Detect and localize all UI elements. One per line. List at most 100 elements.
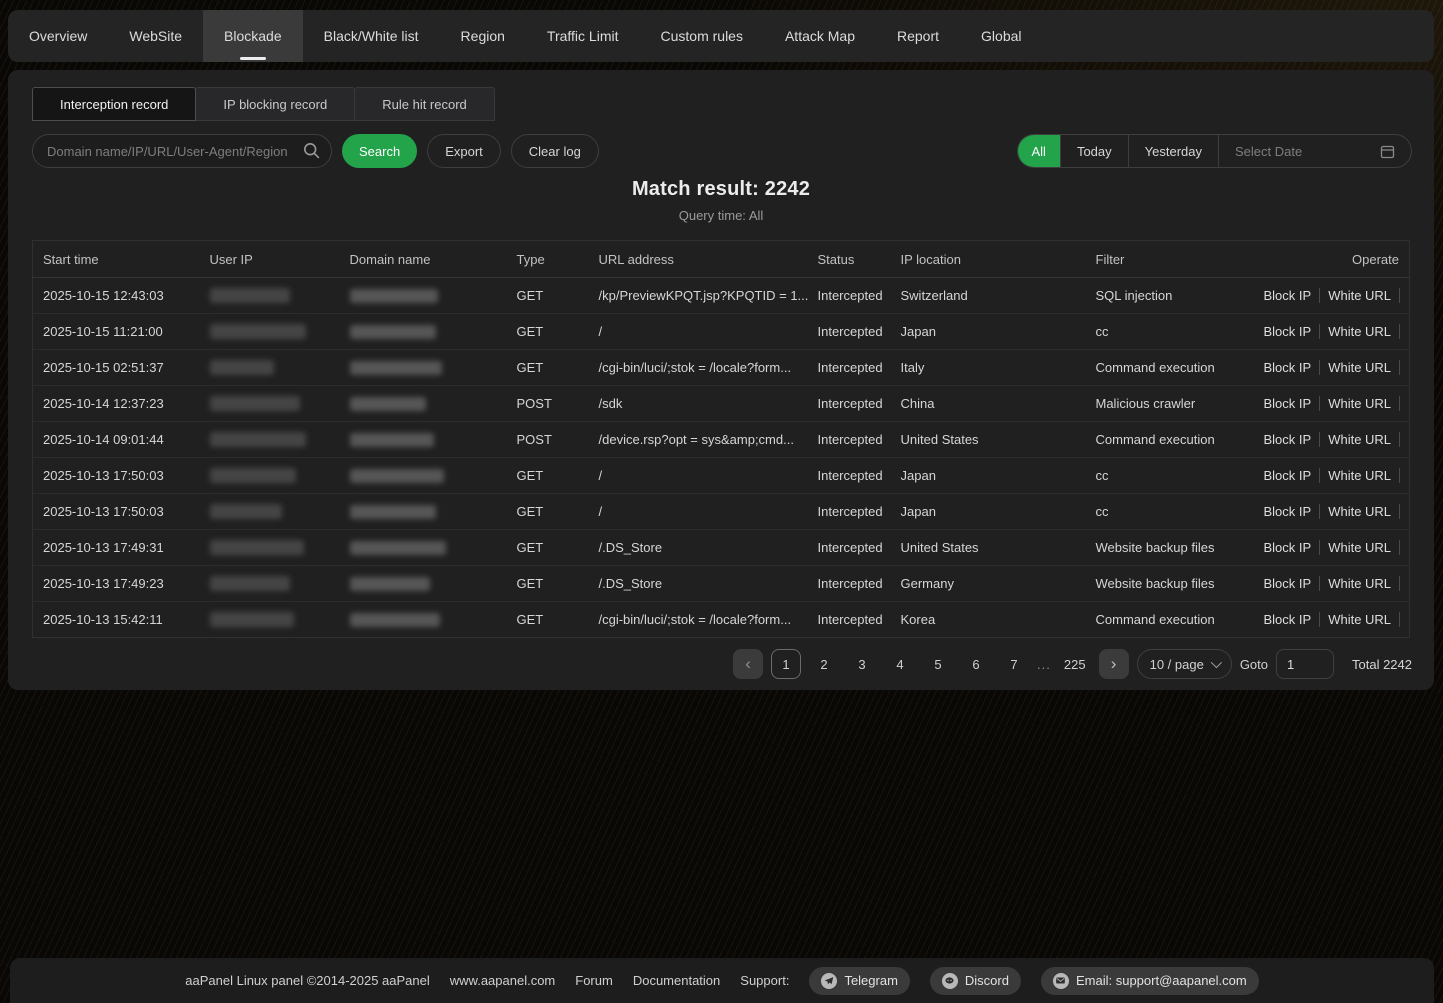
block-ip-link[interactable]: Block IP [1256,324,1320,339]
cell-filter: Website backup files [1086,566,1246,602]
date-picker[interactable] [1218,135,1411,167]
page-button-last[interactable]: 225 [1059,649,1091,679]
search-icon[interactable] [303,142,320,159]
table-row: 2025-10-15 02:51:37GET/cgi-bin/luci/;sto… [33,350,1410,386]
cell-user-ip [200,458,340,494]
prev-page-button[interactable]: ‹ [733,649,763,679]
interception-table: Start timeUser IPDomain nameTypeURL addr… [32,240,1410,638]
cell-user-ip [200,602,340,638]
cell-domain-name [340,530,507,566]
block-ip-link[interactable]: Block IP [1256,360,1320,375]
cell-filter: Command execution [1086,422,1246,458]
white-url-link[interactable]: White URL [1319,504,1399,519]
search-button[interactable]: Search [342,134,417,168]
cell-type: GET [507,458,589,494]
white-url-link[interactable]: White URL [1319,468,1399,483]
cell-operate: Block IPWhite URLDetails [1246,278,1410,314]
page-button-4[interactable]: 4 [885,649,915,679]
block-ip-link[interactable]: Block IP [1256,504,1320,519]
cell-start-time: 2025-10-13 17:49:31 [33,530,200,566]
block-ip-link[interactable]: Block IP [1256,432,1320,447]
details-link[interactable]: Details [1399,432,1409,447]
white-url-link[interactable]: White URL [1319,432,1399,447]
page-button-6[interactable]: 6 [961,649,991,679]
details-link[interactable]: Details [1399,360,1409,375]
white-url-link[interactable]: White URL [1319,288,1399,303]
nav-item-global[interactable]: Global [960,10,1042,62]
details-link[interactable]: Details [1399,540,1409,555]
details-link[interactable]: Details [1399,288,1409,303]
cell-domain-name [340,458,507,494]
cell-status: Intercepted [808,458,891,494]
nav-item-black-white-list[interactable]: Black/White list [303,10,440,62]
nav-item-attack-map[interactable]: Attack Map [764,10,876,62]
block-ip-link[interactable]: Block IP [1256,612,1320,627]
chevron-down-icon [1211,657,1222,668]
blockade-page: { "nav": { "items": [ { "id": "overview"… [0,0,1443,1003]
details-link[interactable]: Details [1399,468,1409,483]
footer-website-link[interactable]: www.aapanel.com [450,973,556,988]
page-button-5[interactable]: 5 [923,649,953,679]
white-url-link[interactable]: White URL [1319,324,1399,339]
discord-button[interactable]: Discord [930,967,1021,995]
cell-ip-location: Switzerland [891,278,1086,314]
cell-filter: cc [1086,494,1246,530]
block-ip-link[interactable]: Block IP [1256,576,1320,591]
date-filter-today[interactable]: Today [1060,135,1128,167]
tab-interception-record[interactable]: Interception record [32,87,196,121]
white-url-link[interactable]: White URL [1319,360,1399,375]
nav-item-overview[interactable]: Overview [8,10,108,62]
details-link[interactable]: Details [1399,576,1409,591]
tab-ip-blocking-record[interactable]: IP blocking record [195,87,355,121]
date-picker-input[interactable] [1235,144,1365,159]
white-url-link[interactable]: White URL [1319,612,1399,627]
block-ip-link[interactable]: Block IP [1256,468,1320,483]
block-ip-link[interactable]: Block IP [1256,288,1320,303]
cell-url: /.DS_Store [589,530,808,566]
nav-item-region[interactable]: Region [440,10,526,62]
white-url-link[interactable]: White URL [1319,576,1399,591]
table-row: 2025-10-13 17:49:31GET/.DS_StoreIntercep… [33,530,1410,566]
user-ip-redacted [210,324,306,339]
tab-rule-hit-record[interactable]: Rule hit record [354,87,495,121]
footer-docs-link[interactable]: Documentation [633,973,720,988]
block-ip-link[interactable]: Block IP [1256,396,1320,411]
search-input[interactable] [32,134,332,168]
cell-status: Intercepted [808,566,891,602]
column-header-url-address: URL address [589,241,808,278]
details-link[interactable]: Details [1399,396,1409,411]
white-url-link[interactable]: White URL [1319,396,1399,411]
page-button-1[interactable]: 1 [771,649,801,679]
footer-forum-link[interactable]: Forum [575,973,613,988]
nav-item-blockade[interactable]: Blockade [203,10,303,62]
page-button-2[interactable]: 2 [809,649,839,679]
block-ip-link[interactable]: Block IP [1256,540,1320,555]
cell-url: / [589,314,808,350]
next-page-button[interactable]: › [1099,649,1129,679]
details-link[interactable]: Details [1399,612,1409,627]
details-link[interactable]: Details [1399,324,1409,339]
page-button-3[interactable]: 3 [847,649,877,679]
column-header-ip-location: IP location [891,241,1086,278]
white-url-link[interactable]: White URL [1319,540,1399,555]
goto-page-input[interactable] [1276,649,1334,679]
nav-item-report[interactable]: Report [876,10,960,62]
date-filter-yesterday[interactable]: Yesterday [1128,135,1218,167]
export-button[interactable]: Export [427,134,501,168]
nav-item-website[interactable]: WebSite [108,10,203,62]
active-nav-underline [240,57,266,60]
nav-item-traffic-limit[interactable]: Traffic Limit [526,10,640,62]
cell-user-ip [200,566,340,602]
date-filter-all[interactable]: All [1018,135,1060,167]
email-button[interactable]: Email: support@aapanel.com [1041,967,1259,995]
user-ip-redacted [210,360,274,375]
page-size-select[interactable]: 10 / page [1137,649,1232,679]
clear-log-button[interactable]: Clear log [511,134,599,168]
telegram-button[interactable]: Telegram [809,967,909,995]
nav-item-custom-rules[interactable]: Custom rules [640,10,764,62]
column-header-status: Status [808,241,891,278]
page-button-7[interactable]: 7 [999,649,1029,679]
cell-operate: Block IPWhite URLDetails [1246,386,1410,422]
domain-name-redacted [350,469,444,483]
details-link[interactable]: Details [1399,504,1409,519]
